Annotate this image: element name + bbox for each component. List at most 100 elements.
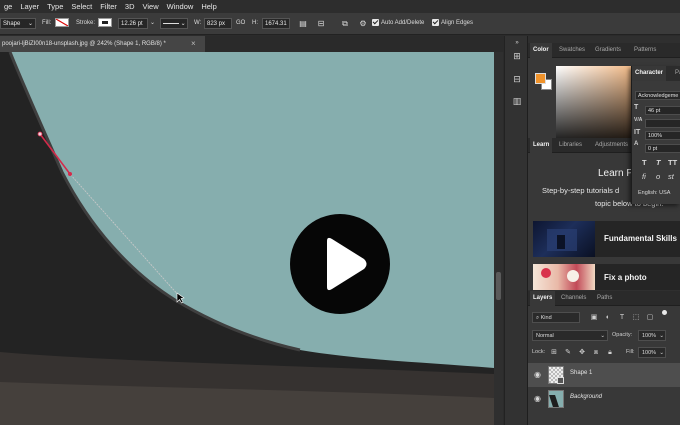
play-icon — [327, 237, 367, 291]
kerning-input[interactable] — [645, 119, 680, 128]
canvas-image — [0, 52, 494, 425]
menu-select[interactable]: Select — [67, 0, 96, 13]
lock-image-icon[interactable]: ✎ — [564, 349, 572, 357]
tab-channels[interactable]: Channels — [558, 291, 589, 306]
layer-name: Shape 1 — [570, 370, 593, 376]
menu-3d[interactable]: 3D — [121, 0, 139, 13]
filter-kind-value: Kind — [540, 315, 552, 321]
eye-icon[interactable]: ◉ — [534, 371, 543, 379]
learn-card-fix-photo[interactable]: Fix a photo — [533, 264, 680, 290]
layer-row-shape-1[interactable]: ◉ Shape 1 — [528, 363, 680, 387]
lock-artboard-icon[interactable]: ⧈ — [592, 349, 600, 357]
path-operations-icon[interactable]: ▤ — [298, 18, 308, 29]
menu-help[interactable]: Help — [197, 0, 220, 13]
tab-color[interactable]: Color — [530, 43, 552, 58]
filter-type-icon[interactable]: T — [618, 314, 626, 322]
fill-label: Fill: — [42, 20, 52, 26]
panel-icon-strip: » ⊞ ⊟ ▥ — [504, 36, 528, 425]
layer-row-background[interactable]: ◉ Background — [528, 387, 680, 411]
stroke-swatch-button[interactable] — [98, 18, 112, 29]
canvas-scrollbar[interactable] — [494, 52, 503, 425]
vertical-scale-icon: IT — [634, 129, 641, 136]
tab-paragraph[interactable]: Pa — [672, 66, 680, 81]
adjustments-icon[interactable]: ▥ — [512, 96, 522, 106]
opacity-value: 100% — [642, 333, 657, 339]
font-size-input[interactable]: 46 pt — [645, 106, 680, 115]
path-alignment-icon[interactable]: ⊟ — [316, 18, 326, 29]
font-family-input[interactable]: Acknowledgeme — [635, 91, 680, 100]
tab-adjustments[interactable]: Adjustments — [592, 138, 631, 153]
filter-smart-object-icon[interactable]: ▢ — [646, 314, 654, 322]
auto-add-delete-label: Auto Add/Delete — [381, 20, 425, 26]
character-panel-tabs: Character Pa — [632, 66, 680, 81]
language-select[interactable]: English: USA — [638, 190, 670, 196]
document-canvas[interactable] — [0, 52, 494, 425]
chevron-down-icon: ⌄ — [180, 21, 186, 27]
ordinals-button[interactable]: o — [656, 172, 660, 181]
checkbox-checked-icon — [372, 18, 379, 26]
faux-bold-button[interactable]: T — [642, 158, 647, 167]
filter-adjustment-icon[interactable]: ◐ — [604, 314, 612, 322]
learn-card-thumbnail — [533, 264, 595, 290]
tab-patterns[interactable]: Patterns — [631, 43, 659, 58]
menu-type[interactable]: Type — [43, 0, 67, 13]
auto-add-delete-checkbox[interactable]: Auto Add/Delete — [372, 18, 424, 29]
opacity-input[interactable]: 100% ⌄ — [638, 330, 666, 341]
lock-all-icon[interactable]: 🔒︎ — [606, 349, 614, 357]
menu-window[interactable]: Window — [163, 0, 198, 13]
filter-pixel-icon[interactable]: ▣ — [590, 314, 598, 322]
tab-character[interactable]: Character — [632, 66, 667, 81]
chevron-down-icon[interactable]: ⌄ — [150, 18, 155, 29]
link-dimensions-button[interactable]: GO — [236, 18, 245, 29]
foreground-color-swatch[interactable] — [535, 73, 546, 84]
tab-swatches[interactable]: Swatches — [556, 43, 588, 58]
filter-shape-icon[interactable]: ⬚ — [632, 314, 640, 322]
faux-italic-button[interactable]: T — [656, 158, 661, 167]
menu-image[interactable]: ge — [0, 0, 16, 13]
ligatures-button[interactable]: fi — [642, 172, 646, 181]
properties-icon[interactable]: ⊟ — [512, 74, 522, 84]
video-play-button[interactable] — [290, 214, 390, 314]
stroke-type-select[interactable]: ⌄ — [160, 18, 188, 29]
search-icon: ⌕ — [536, 315, 540, 321]
width-input[interactable]: 823 px — [204, 18, 232, 29]
learn-card-fundamental-skills[interactable]: Fundamental Skills — [533, 221, 680, 257]
path-arrangement-icon[interactable]: ⧉ — [340, 18, 350, 29]
eye-icon[interactable]: ◉ — [534, 395, 543, 403]
blend-mode-select[interactable]: Normal ⌄ — [532, 330, 608, 341]
options-bar: Shape ⌄ Fill: Stroke: 12.26 pt ⌄ ⌄ W: 82… — [0, 13, 680, 35]
history-icon[interactable]: ⊞ — [512, 51, 522, 61]
stroke-label: Stroke: — [76, 20, 96, 26]
layer-thumbnail — [548, 390, 564, 408]
tab-learn[interactable]: Learn — [530, 138, 553, 153]
tool-mode-select[interactable]: Shape ⌄ — [0, 18, 36, 29]
stroke-line-icon — [163, 22, 179, 24]
canvas-scrollbar-thumb[interactable] — [496, 272, 501, 300]
layers-panel: ⌕ Kind ▣ ◐ T ⬚ ▢ Normal ⌄ Opacity: 100% … — [528, 306, 680, 425]
tab-layers[interactable]: Layers — [530, 291, 556, 306]
tab-paths[interactable]: Paths — [594, 291, 615, 306]
all-caps-button[interactable]: TT — [668, 158, 677, 167]
lock-position-icon[interactable]: ✥ — [578, 349, 586, 357]
lock-transparent-icon[interactable]: ⊞ — [550, 349, 558, 357]
menu-layer[interactable]: Layer — [16, 0, 43, 13]
stroke-width-input[interactable]: 12.26 pt — [118, 18, 148, 29]
height-input[interactable]: 1674.31 — [262, 18, 290, 29]
document-tab[interactable]: poojari-ljBiZI00n18-unsplash.jpg @ 242% … — [0, 36, 205, 52]
collapse-arrows-icon[interactable]: » — [512, 38, 522, 48]
tab-libraries[interactable]: Libraries — [556, 138, 585, 153]
fill-input[interactable]: 100% ⌄ — [638, 347, 666, 358]
tracking-input[interactable]: 100% — [645, 131, 680, 140]
kerning-icon: V/A — [634, 117, 643, 123]
fill-swatch-button[interactable] — [55, 18, 69, 29]
layer-filter-kind-select[interactable]: ⌕ Kind — [532, 312, 580, 323]
gear-icon[interactable]: ⚙ — [358, 18, 368, 29]
baseline-shift-input[interactable]: 0 pt — [645, 144, 680, 153]
menu-view[interactable]: View — [139, 0, 163, 13]
menu-filter[interactable]: Filter — [96, 0, 121, 13]
align-edges-checkbox[interactable]: Align Edges — [432, 18, 473, 29]
close-icon[interactable]: × — [191, 36, 201, 52]
tab-gradients[interactable]: Gradients — [592, 43, 624, 58]
discretionary-ligatures-button[interactable]: st — [668, 172, 674, 181]
filter-toggle-icon[interactable] — [662, 310, 667, 315]
